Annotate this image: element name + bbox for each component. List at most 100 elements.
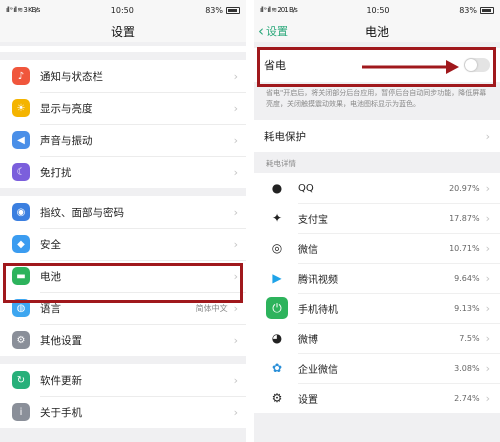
chevron-right-icon: › <box>485 361 490 375</box>
chevron-right-icon: › <box>233 101 238 115</box>
panel-divider <box>246 0 254 442</box>
chevron-right-icon: › <box>485 301 490 315</box>
back-button[interactable]: ‹ 设置 <box>258 20 288 42</box>
battery-percent: 83% <box>459 5 477 15</box>
app-usage-row[interactable]: ✿ 企业微信 3.08% › <box>254 353 500 383</box>
chevron-right-icon: › <box>485 331 490 345</box>
settings-row[interactable]: ◆ 安全 › <box>0 228 246 260</box>
network-status: ıll ᵊ ıll ≋ 201 B/s <box>260 6 298 14</box>
power-protection-row[interactable]: 耗电保护 › <box>254 120 500 152</box>
nav-bar: 设置 <box>0 20 246 42</box>
app-usage-percent: 20.97% <box>449 183 480 193</box>
tencent-video-icon: ▶ <box>272 271 282 285</box>
app-usage-percent: 9.64% <box>454 273 480 283</box>
settings-row-label: 免打扰 <box>40 166 72 179</box>
status-bar: ıll ᵊ ıll ≋ 201 B/s 10:50 83% <box>254 0 500 20</box>
settings-row[interactable]: ↻ 软件更新 › <box>0 364 246 396</box>
settings-row-label: 显示与亮度 <box>40 102 93 115</box>
app-usage-percent: 10.71% <box>449 243 480 253</box>
network-status: ıll ᵊ ıll ≋ 3 KB/s <box>6 6 40 14</box>
settings-row-label: 通知与状态栏 <box>40 70 103 83</box>
settings-row-label: 其他设置 <box>40 334 82 347</box>
app-name: 微博 <box>298 334 318 346</box>
app-name: QQ <box>298 182 314 194</box>
page-title: 电池 <box>364 24 389 39</box>
battery-icon <box>480 6 494 14</box>
weibo-icon: ◕ <box>271 331 283 345</box>
chevron-left-icon: ‹ <box>258 21 264 40</box>
app-usage-percent: 7.5% <box>459 333 480 343</box>
speaker-icon: ◀ <box>12 131 30 149</box>
app-usage-percent: 3.08% <box>454 363 480 373</box>
chevron-right-icon: › <box>233 205 238 219</box>
clock: 10:50 <box>110 5 134 15</box>
settings-row[interactable]: ◉ 指纹、面部与密码 › <box>0 196 246 228</box>
settings-row-value: 简体中文 <box>195 303 228 313</box>
settings-row[interactable]: i 关于手机 › <box>0 396 246 428</box>
section-header: 耗电详情 <box>266 159 296 168</box>
app-usage-percent: 2.74% <box>454 393 480 403</box>
app-usage-list: ● QQ 20.97% › ✦ 支付宝 17.87% › ◎ 微信 10.71% › ▶ 腾讯视频 9.64… <box>254 173 500 413</box>
settings-row[interactable]: ⚙ 其他设置 › <box>0 324 246 356</box>
settings-row-label: 软件更新 <box>40 374 82 387</box>
settings-row[interactable]: ☾ 免打扰 › <box>0 156 246 188</box>
settings-row-label: 声音与振动 <box>40 134 93 147</box>
chevron-right-icon: › <box>485 211 490 225</box>
app-usage-row[interactable]: ⏻ 手机待机 9.13% › <box>254 293 500 323</box>
back-label: 设置 <box>266 25 288 38</box>
chevron-right-icon: › <box>485 129 490 143</box>
gear-icon: ⚙ <box>271 391 283 405</box>
settings-row[interactable]: ◀ 声音与振动 › <box>0 124 246 156</box>
moon-icon: ☾ <box>12 163 30 181</box>
chevron-right-icon: › <box>485 241 490 255</box>
app-usage-row[interactable]: ✦ 支付宝 17.87% › <box>254 203 500 233</box>
shield-icon: ◆ <box>12 235 30 253</box>
bell-icon: ♪ <box>12 67 30 85</box>
settings-row-label: 指纹、面部与密码 <box>40 206 124 219</box>
clipped-row <box>0 46 246 52</box>
qq-icon: ● <box>271 181 283 195</box>
chevron-right-icon: › <box>233 237 238 251</box>
settings-row-label: 安全 <box>40 238 61 251</box>
page-title: 设置 <box>110 24 135 39</box>
settings-row[interactable]: ♪ 通知与状态栏 › <box>0 60 246 92</box>
chevron-right-icon: › <box>233 165 238 179</box>
highlight-battery-row <box>3 263 243 303</box>
chevron-right-icon: › <box>233 69 238 83</box>
wechat-icon: ◎ <box>271 241 283 255</box>
app-usage-row[interactable]: ▶ 腾讯视频 9.64% › <box>254 263 500 293</box>
chevron-right-icon: › <box>233 373 238 387</box>
settings-row-label: 关于手机 <box>40 406 82 419</box>
chevron-right-icon: › <box>233 333 238 347</box>
app-usage-percent: 17.87% <box>449 213 480 223</box>
sun-icon: ☀ <box>12 99 30 117</box>
chevron-right-icon: › <box>485 181 490 195</box>
app-name: 微信 <box>298 244 318 256</box>
app-name: 设置 <box>298 394 318 406</box>
settings-group: ↻ 软件更新 › i 关于手机 › <box>0 364 246 428</box>
battery-percent: 83% <box>205 5 223 15</box>
app-usage-row[interactable]: ◎ 微信 10.71% › <box>254 233 500 263</box>
app-name: 腾讯视频 <box>298 274 338 286</box>
app-usage-row[interactable]: ◕ 微博 7.5% › <box>254 323 500 353</box>
annotation-arrow <box>362 60 459 74</box>
wecom-icon: ✿ <box>271 361 283 375</box>
fingerprint-icon: ◉ <box>12 203 30 221</box>
app-usage-row[interactable]: ⚙ 设置 2.74% › <box>254 383 500 413</box>
settings-group: ♪ 通知与状态栏 › ☀ 显示与亮度 › ◀ 声音与振动 › ☾ 免打扰 › <box>0 60 246 188</box>
settings-row[interactable]: ☀ 显示与亮度 › <box>0 92 246 124</box>
settings-screen: ıll ᵊ ıll ≋ 3 KB/s 10:50 83% 设置 ♪ 通知与状态栏 ›… <box>0 0 246 442</box>
status-bar: ıll ᵊ ıll ≋ 3 KB/s 10:50 83% <box>0 0 246 20</box>
clock: 10:50 <box>366 5 390 15</box>
alipay-icon: ✦ <box>271 211 283 225</box>
power-protection-label: 耗电保护 <box>264 130 306 143</box>
settings-list: ♪ 通知与状态栏 › ☀ 显示与亮度 › ◀ 声音与振动 › ☾ 免打扰 › ◉ 指纹、面部与密码 › ◆ 安全… <box>0 60 246 428</box>
nav-bar: ‹ 设置 电池 <box>254 20 500 42</box>
chevron-right-icon: › <box>233 133 238 147</box>
app-usage-row[interactable]: ● QQ 20.97% › <box>254 173 500 203</box>
power-save-description: 省电"开启后，将关闭部分后台应用，暂停后台自动同步功能，降低屏幕亮度，关闭触摸震… <box>266 89 487 108</box>
chevron-right-icon: › <box>485 271 490 285</box>
app-name: 企业微信 <box>298 364 338 376</box>
gear-icon: ⚙ <box>12 331 30 349</box>
chevron-right-icon: › <box>233 405 238 419</box>
